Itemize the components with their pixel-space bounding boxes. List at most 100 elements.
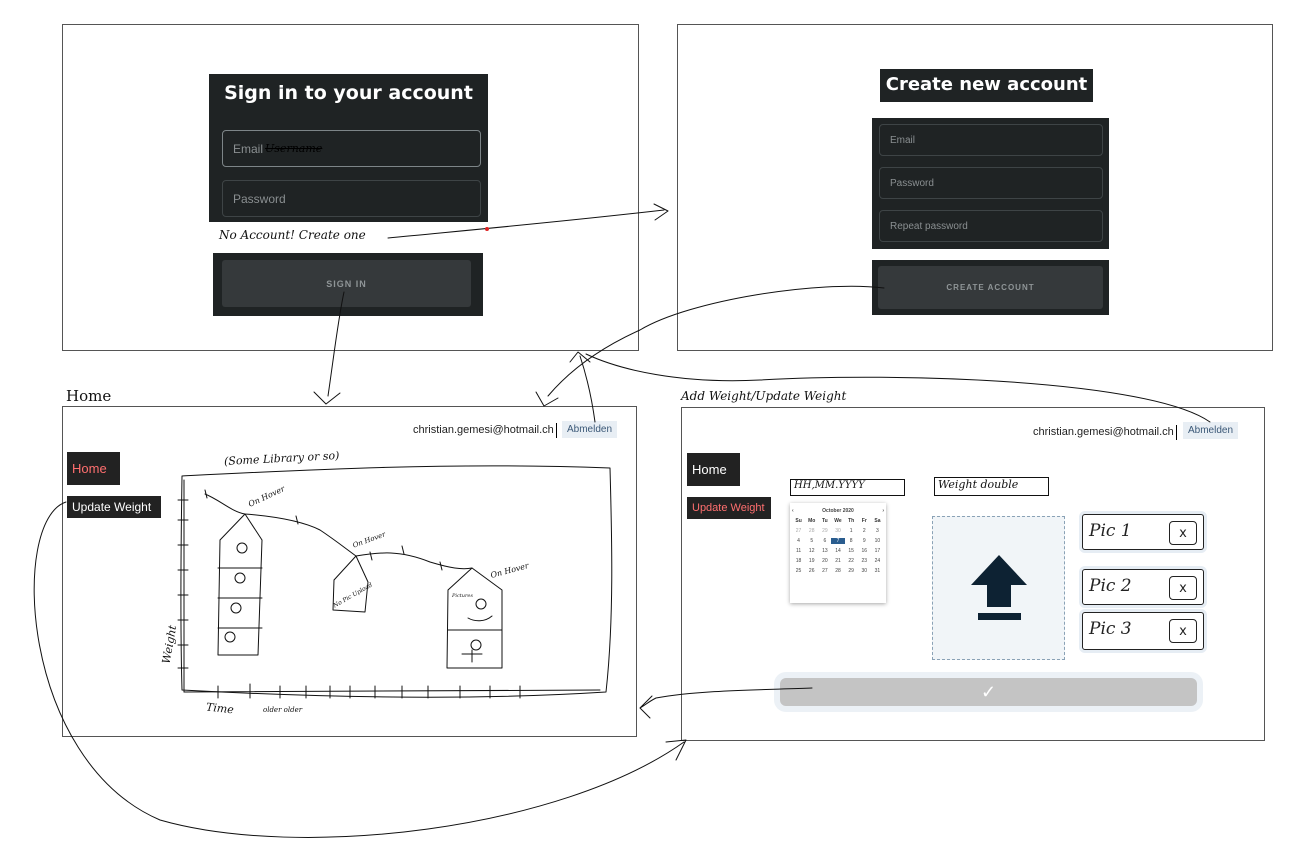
calendar-day[interactable]: 22: [845, 558, 858, 564]
update-nav-update-label: Update Weight: [692, 502, 765, 514]
weight-field[interactable]: Weight double: [934, 477, 1049, 496]
next-month-icon[interactable]: ›: [882, 508, 884, 514]
calendar-day[interactable]: 6: [818, 538, 831, 544]
create-email-input[interactable]: Email: [879, 124, 1103, 156]
upload-icon: [971, 555, 1027, 620]
signin-title: Sign in to your account: [224, 82, 473, 104]
calendar-day[interactable]: 31: [871, 568, 884, 574]
pic-slot-label: Pic 1: [1089, 521, 1132, 541]
create-title-box: Create new account: [880, 69, 1093, 102]
pic-slot-1: Pic 1 x: [1082, 514, 1204, 550]
prev-month-icon[interactable]: ‹: [792, 508, 794, 514]
create-password-input[interactable]: Password: [879, 167, 1103, 199]
signin-button[interactable]: SIGN IN: [222, 260, 471, 307]
update-frame-label: Add Weight/Update Weight: [681, 389, 847, 403]
calendar-day[interactable]: 23: [858, 558, 871, 564]
calendar-day[interactable]: 10: [871, 538, 884, 544]
create-account-button[interactable]: CREATE ACCOUNT: [878, 266, 1103, 309]
update-nav-home-label: Home: [692, 462, 727, 477]
home-cursor: [556, 423, 557, 438]
no-account-link[interactable]: No Account! Create one: [219, 228, 366, 242]
calendar-day[interactable]: 30: [858, 568, 871, 574]
create-email-placeholder: Email: [890, 134, 916, 146]
calendar-day[interactable]: 16: [858, 548, 871, 554]
date-picker-grid: Su Mo Tu We Th Fr Sa 27 28 29 30 1 2 3 4 5 6 7 8 9 10 11 12 13 1…: [792, 518, 884, 574]
calendar-day[interactable]: 5: [805, 538, 818, 544]
calendar-day[interactable]: 19: [805, 558, 818, 564]
home-logout-button[interactable]: Abmelden: [562, 421, 618, 438]
update-logout-button[interactable]: Abmelden: [1183, 422, 1239, 439]
create-title: Create new account: [885, 74, 1088, 95]
calendar-day[interactable]: 3: [871, 528, 884, 534]
submit-weight-button[interactable]: ✓: [780, 678, 1197, 706]
weekday-header: Sa: [874, 518, 881, 524]
calendar-day[interactable]: 11: [792, 548, 805, 554]
calendar-day[interactable]: 27: [792, 528, 805, 534]
calendar-day[interactable]: 18: [792, 558, 805, 564]
create-repeat-placeholder: Repeat password: [890, 220, 968, 232]
remove-pic-button[interactable]: x: [1169, 521, 1197, 545]
signin-email-input[interactable]: Email Username: [222, 130, 481, 167]
calendar-day[interactable]: 12: [805, 548, 818, 554]
weekday-header: Th: [848, 518, 855, 524]
pic-slot-label: Pic 3: [1089, 619, 1132, 639]
calendar-day[interactable]: 14: [831, 548, 844, 554]
update-nav-update[interactable]: Update Weight: [687, 497, 771, 519]
weekday-header: Fr: [861, 518, 867, 524]
signin-password-input[interactable]: Password: [222, 180, 481, 217]
weekday-header: We: [834, 518, 842, 524]
remove-pic-button[interactable]: x: [1169, 576, 1197, 600]
pic-slot-2: Pic 2 x: [1082, 569, 1204, 605]
calendar-day[interactable]: 24: [871, 558, 884, 564]
home-nav-home-label: Home: [72, 461, 107, 476]
email-placeholder: Email: [233, 141, 264, 156]
remove-pic-button[interactable]: x: [1169, 619, 1197, 643]
date-picker-month: October 2020: [822, 508, 854, 514]
weight-field-text: Weight double: [938, 478, 1019, 491]
checkmark-icon: ✓: [980, 681, 997, 702]
calendar-day[interactable]: 21: [831, 558, 844, 564]
update-nav-home[interactable]: Home: [687, 453, 740, 486]
calendar-day[interactable]: 4: [792, 538, 805, 544]
weekday-header: Mo: [808, 518, 816, 524]
calendar-day[interactable]: 30: [831, 528, 844, 534]
sketch-x-label: Time: [205, 700, 235, 717]
home-nav-update-label: Update Weight: [72, 500, 152, 514]
calendar-day[interactable]: 2: [858, 528, 871, 534]
home-nav-update[interactable]: Update Weight: [67, 496, 161, 518]
date-picker[interactable]: ‹ October 2020 › Su Mo Tu We Th Fr Sa 27 28 29 30 1…: [790, 503, 886, 603]
pic-slot-label: Pic 2: [1089, 576, 1132, 596]
calendar-day[interactable]: 8: [845, 538, 858, 544]
calendar-day[interactable]: 28: [831, 568, 844, 574]
calendar-day[interactable]: 15: [845, 548, 858, 554]
calendar-day[interactable]: 9: [858, 538, 871, 544]
pic-slot-3: Pic 3 x: [1082, 612, 1204, 650]
update-cursor: [1176, 425, 1177, 440]
image-upload-dropzone[interactable]: [932, 516, 1065, 660]
calendar-day[interactable]: 13: [818, 548, 831, 554]
calendar-day[interactable]: 17: [871, 548, 884, 554]
calendar-day[interactable]: 1: [845, 528, 858, 534]
calendar-day[interactable]: 29: [845, 568, 858, 574]
sketch-x-note: older older: [263, 706, 303, 714]
date-field[interactable]: HH,MM.YYYY: [790, 479, 905, 496]
calendar-day[interactable]: 7: [831, 538, 845, 544]
email-scribble: Username: [265, 142, 323, 155]
sketch-pics-tag: Pictures: [452, 593, 473, 599]
create-repeat-input[interactable]: Repeat password: [879, 210, 1103, 242]
home-frame: [62, 406, 637, 737]
calendar-day[interactable]: 25: [792, 568, 805, 574]
home-frame-label: Home: [66, 387, 112, 405]
home-nav-home[interactable]: Home: [67, 452, 120, 485]
calendar-day[interactable]: 26: [805, 568, 818, 574]
date-field-text: HH,MM.YYYY: [794, 480, 865, 491]
calendar-day[interactable]: 29: [818, 528, 831, 534]
calendar-day[interactable]: 27: [818, 568, 831, 574]
calendar-day[interactable]: 20: [818, 558, 831, 564]
password-placeholder: Password: [233, 191, 286, 206]
create-password-placeholder: Password: [890, 177, 934, 189]
calendar-day[interactable]: 28: [805, 528, 818, 534]
home-user-email: christian.gemesi@hotmail.ch: [413, 424, 554, 436]
weekday-header: Su: [795, 518, 802, 524]
update-user-email: christian.gemesi@hotmail.ch: [1033, 426, 1174, 438]
